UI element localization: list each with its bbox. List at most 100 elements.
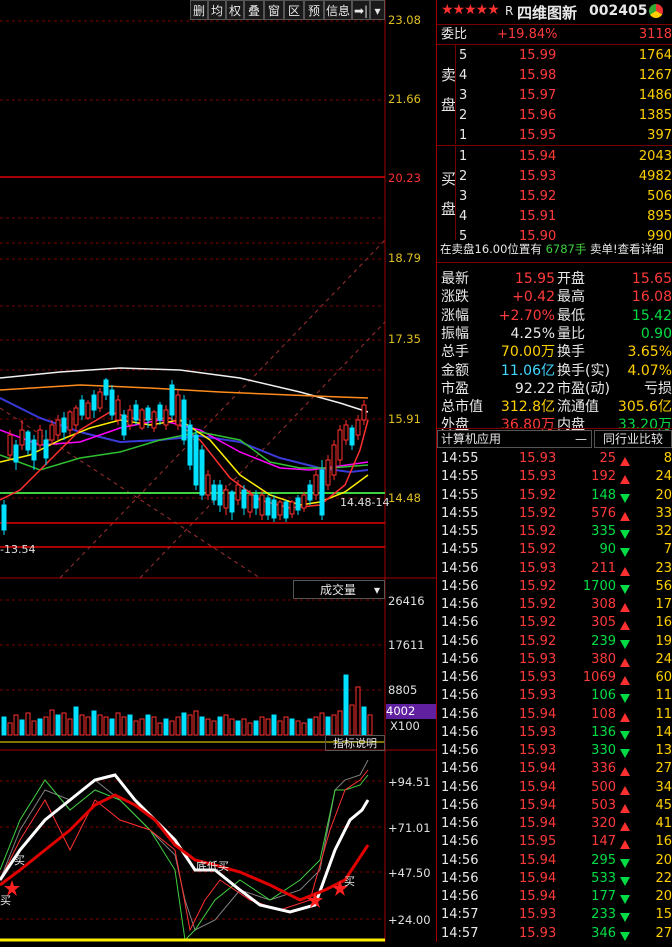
toolbar-dropdown-icon[interactable]: ▾ <box>370 0 385 20</box>
notice-prefix: 在卖盘16.00位置有 <box>440 242 542 256</box>
candle-body <box>139 409 145 429</box>
tick-extra: 7 <box>663 542 672 558</box>
candle-body <box>301 494 307 509</box>
tab-industry-label: 计算机应用 <box>441 432 502 446</box>
buy-level-row[interactable]: 4 15.91 895 <box>441 208 672 226</box>
kline-chart-area[interactable]: 删 均 权 叠 窗 区 预 信息 ➡| ▾ 23.08 21.66 20.23 … <box>0 0 437 942</box>
volume-label: 成交量 <box>320 583 357 597</box>
toolbar-range-button[interactable]: 区 <box>284 0 304 20</box>
volume-tick: 17611 <box>388 638 425 652</box>
quote-value: 92.22 <box>514 380 555 397</box>
quote-row: 总手 70.00万 换手 3.65% <box>441 343 672 361</box>
toolbar-info-button[interactable]: 信息 <box>324 0 352 20</box>
candle-body <box>103 379 109 396</box>
candle-body <box>331 444 337 476</box>
quote-row: 最新 15.95 开盘 15.65 <box>441 270 672 288</box>
sell-level-row[interactable]: 2 15.96 1385 <box>441 107 672 125</box>
tick-row: 14:56 15.94 108 11 <box>441 706 672 724</box>
quote-label: 量比 <box>557 325 585 342</box>
buy-price: 15.94 <box>519 149 557 164</box>
tick-extra: 45 <box>655 797 672 813</box>
buy-volume: 506 <box>647 189 672 204</box>
candle-body <box>259 494 265 516</box>
quote-value: 11.06亿 <box>500 362 555 379</box>
tick-time: 14:57 <box>441 907 479 923</box>
volume-bar <box>7 722 13 736</box>
toolbar-delete-button[interactable]: 删 <box>190 0 208 20</box>
tick-time: 14:56 <box>441 761 479 777</box>
tick-price: 15.92 <box>519 597 557 612</box>
toolbar-forecast-button[interactable]: 预 <box>304 0 324 20</box>
tick-volume: 239 <box>591 633 616 649</box>
volume-bar <box>91 710 97 736</box>
tick-price: 15.92 <box>519 487 557 503</box>
buy-level: 2 <box>459 169 468 184</box>
indicator-explain-button[interactable]: 指标说明 <box>325 735 385 751</box>
chrome-logo-icon[interactable] <box>649 4 663 18</box>
quote-value: +0.42 <box>512 289 555 306</box>
large-order-notice[interactable]: 在卖盘16.00位置有 6787手 卖单!查看详细 <box>437 240 672 258</box>
volume-bar <box>283 716 289 736</box>
volume-bar <box>163 718 169 736</box>
tick-price: 15.94 <box>519 852 557 868</box>
tick-row: 14:56 15.93 106 11 <box>441 687 672 705</box>
candle-body <box>319 469 325 516</box>
sell-level: 5 <box>459 48 468 63</box>
volume-bar <box>49 709 55 736</box>
volume-bar <box>367 714 373 736</box>
sell-volume: 397 <box>647 128 672 143</box>
sell-level-row[interactable]: 5 15.99 1764 <box>441 47 672 65</box>
candle-body <box>157 404 163 421</box>
tick-volume: 177 <box>591 889 616 904</box>
sell-level: 2 <box>459 108 468 123</box>
tick-volume: 192 <box>591 469 616 485</box>
sell-price: 15.97 <box>519 88 557 103</box>
tick-time: 14:56 <box>441 724 479 740</box>
candle-body <box>349 427 355 446</box>
toolbar-expand-icon[interactable]: ➡| <box>352 0 370 20</box>
tick-price: 15.93 <box>519 469 557 485</box>
candle-body <box>361 404 367 421</box>
sell-level-row[interactable]: 4 15.98 1267 <box>441 67 672 85</box>
quote-value: 4.25% <box>510 325 555 342</box>
buy-level-row[interactable]: 2 15.93 4982 <box>441 168 672 186</box>
sell-level-row[interactable]: 1 15.95 397 <box>441 127 672 145</box>
buy-price: 15.91 <box>519 209 557 224</box>
tick-extra: 23 <box>655 560 672 576</box>
candle-body <box>85 402 91 419</box>
sell-level: 4 <box>459 68 468 83</box>
tab-industry[interactable]: 计算机应用 — <box>437 430 592 448</box>
tick-time: 14:56 <box>441 743 479 758</box>
volume-selector[interactable]: 成交量 ▾ <box>293 580 385 599</box>
volume-bar <box>103 716 109 736</box>
tick-volume: 90 <box>599 542 616 558</box>
sell-price: 15.98 <box>519 68 557 83</box>
kline-svg[interactable] <box>0 0 437 942</box>
tick-time: 14:56 <box>441 578 479 594</box>
volume-bar <box>19 719 25 736</box>
candle-body <box>49 424 55 441</box>
buy-level-row[interactable]: 3 15.92 506 <box>441 188 672 206</box>
toolbar-overlay-button[interactable]: 叠 <box>244 0 264 20</box>
quote-row: 涨跌 +0.42 最高 16.08 <box>441 288 672 306</box>
toolbar-window-button[interactable]: 窗 <box>264 0 284 20</box>
notice-suffix: 卖单!查看详细 <box>590 242 664 256</box>
quote-label: 最低 <box>557 307 585 324</box>
volume-bar <box>361 706 367 736</box>
candle-body <box>325 459 331 486</box>
candle-body <box>229 491 235 513</box>
quote-label: 市盈 <box>441 380 469 397</box>
sell-level-row[interactable]: 3 15.97 1486 <box>441 87 672 105</box>
indicator-tick: +24.00 <box>388 913 431 927</box>
tab-peer-compare[interactable]: 同行业比较 <box>594 430 672 448</box>
tick-volume: 500 <box>591 779 616 795</box>
toolbar-average-button[interactable]: 均 <box>208 0 226 20</box>
tick-volume: 533 <box>591 870 616 886</box>
candle-body <box>277 501 283 516</box>
buy-level-row[interactable]: 1 15.94 2043 <box>441 148 672 166</box>
tick-row: 14:56 15.94 500 34 <box>441 779 672 797</box>
volume-bar <box>217 716 223 736</box>
tick-volume: 346 <box>591 925 616 941</box>
minimize-icon[interactable]: — <box>575 431 587 447</box>
toolbar-rights-button[interactable]: 权 <box>226 0 244 20</box>
